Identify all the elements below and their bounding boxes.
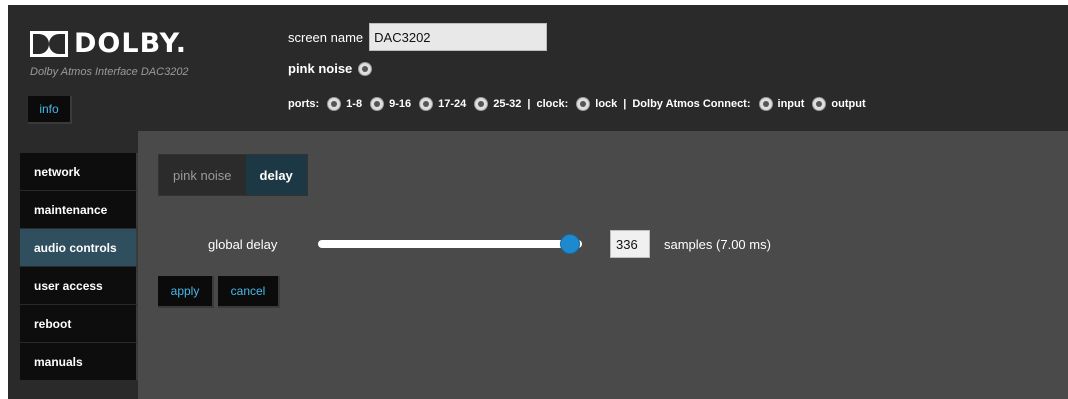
brand-name: DOLBY. [74, 28, 188, 59]
port-1-8-radio[interactable] [327, 97, 342, 111]
sidebar-item-maintenance[interactable]: maintenance [20, 191, 138, 229]
slider-track [318, 240, 582, 248]
separator: | [623, 98, 627, 110]
tab-delay[interactable]: delay [245, 155, 307, 195]
screen-name-input[interactable] [369, 23, 548, 51]
sidebar-item-reboot[interactable]: reboot [20, 305, 138, 343]
global-delay-row: global delay samples (7.00 ms) [208, 230, 771, 258]
port-25-32-radio[interactable] [474, 97, 489, 111]
sidebar-item-audio-controls[interactable]: audio controls [20, 229, 138, 267]
header: DOLBY. Dolby Atmos Interface DAC3202 inf… [8, 5, 1068, 131]
port-9-16-label: 9-16 [389, 98, 412, 110]
port-25-32-label: 25-32 [493, 98, 522, 110]
cancel-button[interactable]: cancel [218, 276, 280, 308]
device-subtitle: Dolby Atmos Interface DAC3202 [30, 66, 189, 78]
connect-output-radio[interactable] [812, 97, 827, 111]
tab-pink-noise[interactable]: pink noise [159, 155, 246, 195]
info-button[interactable]: info [28, 96, 72, 124]
delay-value-input[interactable] [610, 230, 650, 258]
dolby-logo: DOLBY. [30, 30, 187, 57]
port-9-16-radio[interactable] [370, 97, 385, 111]
port-17-24-label: 17-24 [438, 98, 467, 110]
global-delay-label: global delay [208, 236, 278, 252]
tab-bar: pink noise delay [158, 154, 308, 196]
sidebar-nav: network maintenance audio controls user … [20, 153, 138, 381]
clock-lock-label: lock [595, 98, 618, 110]
apply-button[interactable]: apply [158, 276, 214, 308]
slider-thumb[interactable] [559, 234, 580, 254]
status-row: ports: 1-8 9-16 17-24 25-32 | clock: loc… [288, 97, 866, 111]
pink-noise-row: pink noise [288, 61, 373, 76]
separator: | [527, 98, 531, 110]
clock-label: clock: [536, 98, 569, 110]
screen-name-label: screen name [288, 29, 364, 45]
connect-input-radio[interactable] [758, 97, 773, 111]
sidebar-item-network[interactable]: network [20, 153, 138, 191]
screen-name-row: screen name [288, 23, 548, 51]
pink-noise-radio[interactable] [358, 61, 373, 76]
port-17-24-radio[interactable] [419, 97, 434, 111]
atmos-connect-label: Dolby Atmos Connect: [632, 98, 751, 110]
port-1-8-label: 1-8 [346, 98, 363, 110]
global-delay-slider[interactable] [318, 234, 582, 254]
dolby-double-d-icon [30, 30, 68, 57]
clock-lock-radio[interactable] [576, 97, 591, 111]
samples-readout: samples (7.00 ms) [664, 236, 771, 252]
connect-input-label: input [777, 98, 805, 110]
app-frame: DOLBY. Dolby Atmos Interface DAC3202 inf… [8, 5, 1068, 399]
sidebar-item-user-access[interactable]: user access [20, 267, 138, 305]
ports-label: ports: [288, 98, 320, 110]
main-panel: pink noise delay global delay samples (7… [138, 131, 1068, 399]
connect-output-label: output [831, 98, 866, 110]
pink-noise-label: pink noise [288, 61, 353, 76]
sidebar-item-manuals[interactable]: manuals [20, 343, 138, 381]
